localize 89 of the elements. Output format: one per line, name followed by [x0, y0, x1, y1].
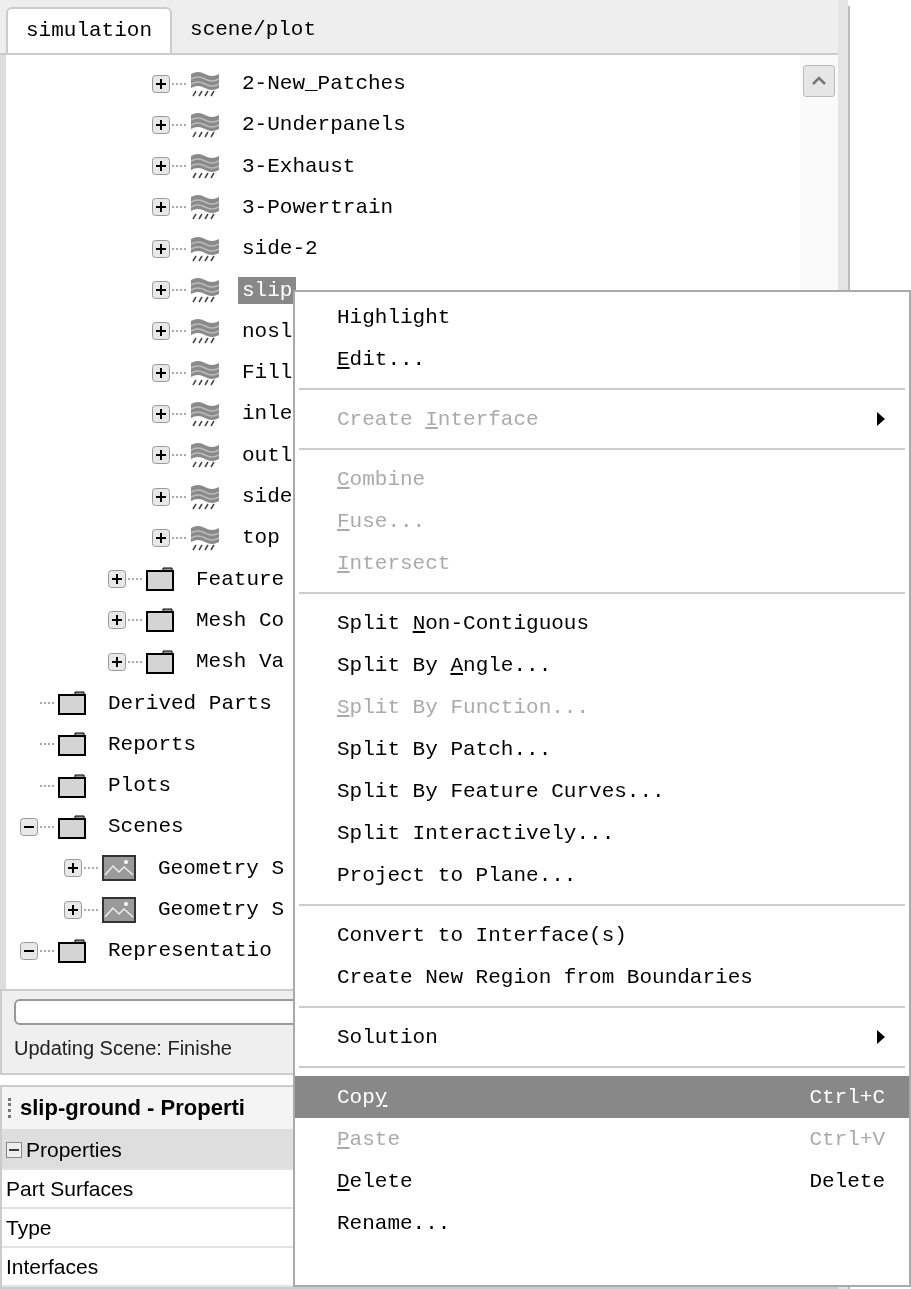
surface-icon: [190, 400, 220, 427]
tree-item[interactable]: Plots: [104, 772, 175, 800]
menu-item[interactable]: Highlight: [295, 296, 909, 338]
menu-item[interactable]: Copy Ctrl+C: [295, 1076, 909, 1118]
menu-item[interactable]: Split Non-Contiguous: [295, 602, 909, 644]
tree-item[interactable]: Feature: [192, 565, 289, 593]
expand-icon[interactable]: [152, 363, 170, 382]
menu-item[interactable]: Split By Patch...: [295, 728, 909, 770]
menu-item[interactable]: Solution: [295, 1016, 909, 1058]
menu-item[interactable]: Rename...: [295, 1202, 909, 1244]
group-label: Properties: [26, 1137, 122, 1162]
expand-icon[interactable]: [64, 900, 82, 919]
tab[interactable]: simulation: [6, 6, 173, 53]
folder-icon: [146, 607, 174, 634]
folder-icon: [58, 772, 86, 799]
tree-item[interactable]: Mesh Va: [192, 648, 289, 676]
folder-icon: [58, 813, 86, 840]
surface-icon: [190, 111, 220, 138]
expand-icon[interactable]: [152, 446, 170, 465]
menu-item[interactable]: Project to Plane...: [295, 854, 909, 896]
surface-icon: [190, 235, 220, 262]
tree-item[interactable]: Scenes: [104, 813, 188, 841]
surface-icon: [190, 524, 220, 551]
expand-icon[interactable]: [64, 859, 82, 878]
tree-item[interactable]: Geometry S: [154, 896, 289, 924]
expand-icon[interactable]: [152, 157, 170, 176]
tree-item[interactable]: side-2: [238, 235, 322, 263]
surface-icon: [190, 153, 220, 180]
tree-item[interactable]: nosl: [238, 317, 297, 345]
property-name: Interfaces: [6, 1254, 99, 1279]
tree-item[interactable]: 2-Underpanels: [238, 111, 410, 139]
tab[interactable]: scene/plot: [172, 6, 335, 53]
expand-icon[interactable]: [152, 115, 170, 134]
expand-icon[interactable]: [108, 570, 126, 589]
property-name: Part Surfaces: [6, 1176, 134, 1201]
expand-icon[interactable]: [152, 528, 170, 547]
surface-icon: [190, 318, 220, 345]
tree-item[interactable]: Fill: [238, 359, 297, 387]
expand-icon[interactable]: [152, 281, 170, 300]
tree-item[interactable]: slip: [238, 276, 297, 304]
expand-icon[interactable]: [152, 487, 170, 506]
surface-icon: [190, 277, 220, 304]
surface-icon: [190, 483, 220, 510]
folder-icon: [58, 690, 86, 717]
folder-icon: [58, 937, 86, 964]
collapse-icon[interactable]: [20, 817, 38, 836]
expand-icon[interactable]: [108, 652, 126, 671]
expand-icon[interactable]: [152, 74, 170, 93]
scene-icon: [102, 896, 136, 923]
menu-item[interactable]: Split Interactively...: [295, 812, 909, 854]
tree-item[interactable]: Mesh Co: [192, 606, 289, 634]
expand-icon[interactable]: [152, 198, 170, 217]
tree-item[interactable]: top: [238, 524, 284, 552]
tree-item[interactable]: outl: [238, 441, 297, 469]
grip-icon: [8, 1098, 14, 1118]
tree-item[interactable]: 3-Powertrain: [238, 194, 398, 221]
expand-icon[interactable]: [152, 322, 170, 341]
panel-title: slip-ground - Properti: [20, 1095, 245, 1121]
collapse-icon[interactable]: [6, 1141, 22, 1158]
menu-item[interactable]: Split By Feature Curves...: [295, 770, 909, 812]
menu-item[interactable]: Create New Region from Boundaries: [295, 956, 909, 998]
folder-icon: [146, 648, 174, 675]
collapse-icon[interactable]: [20, 941, 38, 960]
folder-icon: [58, 731, 86, 758]
chevron-up-icon: [811, 75, 827, 86]
tree-item[interactable]: Representatio: [104, 937, 276, 965]
status-message: Updating Scene: Finishe: [14, 1037, 233, 1061]
tree-item[interactable]: 3-Exhaust: [238, 152, 360, 180]
tree-item[interactable]: Derived Parts: [104, 689, 276, 717]
menu-item[interactable]: Edit...: [295, 338, 909, 380]
surface-icon: [190, 194, 220, 221]
tree-item[interactable]: side: [238, 483, 297, 511]
surface-icon: [190, 442, 220, 469]
expand-icon[interactable]: [152, 404, 170, 423]
menu-item[interactable]: Delete Delete: [295, 1160, 909, 1202]
menu-item[interactable]: Split By Angle...: [295, 644, 909, 686]
tree-item[interactable]: Reports: [104, 730, 201, 758]
property-name: Type: [6, 1215, 52, 1240]
surface-icon: [190, 359, 220, 386]
surface-icon: [190, 70, 220, 97]
tree-item[interactable]: inle: [238, 400, 297, 428]
expand-icon[interactable]: [152, 239, 170, 258]
tree-item[interactable]: 2-New_Patches: [238, 70, 410, 98]
tree-item[interactable]: Geometry S: [154, 854, 289, 882]
scene-icon: [102, 855, 136, 882]
expand-icon[interactable]: [108, 611, 126, 630]
scroll-up-button[interactable]: [803, 64, 835, 97]
folder-icon: [146, 566, 174, 593]
menu-item[interactable]: Convert to Interface(s): [295, 914, 909, 956]
